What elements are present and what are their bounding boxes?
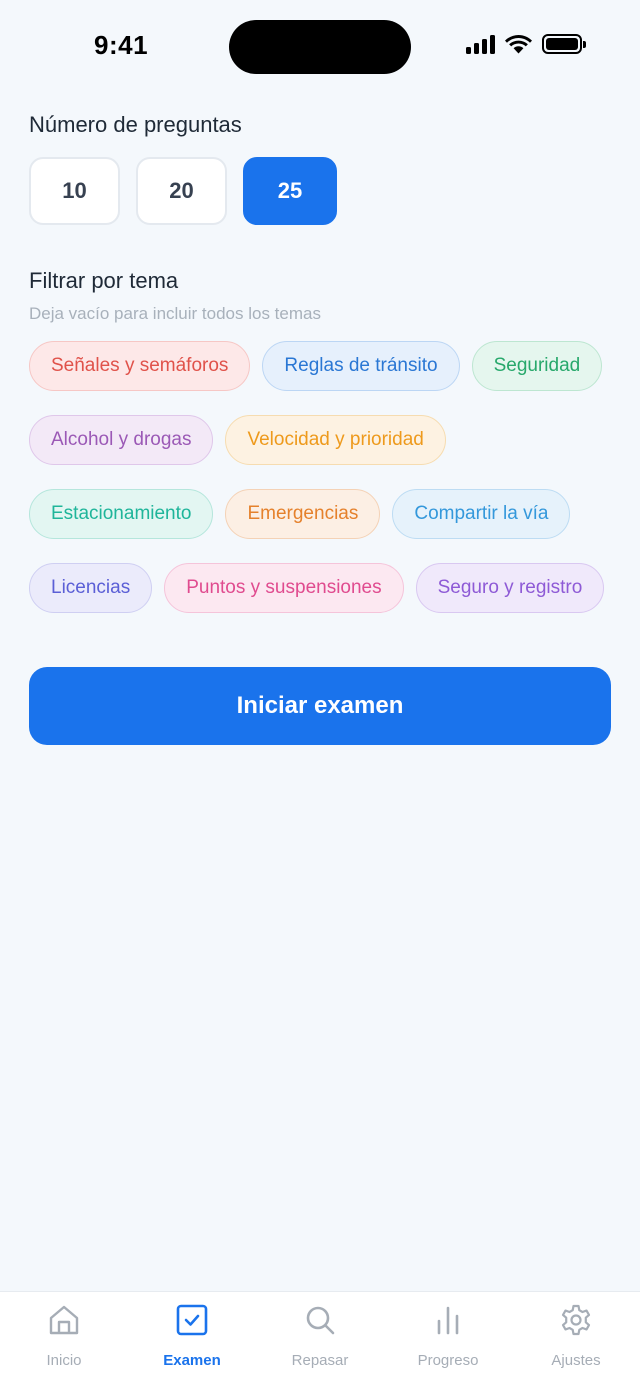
topic-chip[interactable]: Licencias <box>29 563 153 613</box>
topic-chip[interactable]: Reglas de tránsito <box>262 341 460 391</box>
topic-filter-hint: Deja vacío para incluir todos los temas <box>29 304 321 323</box>
battery-icon <box>542 34 586 54</box>
tab-repasar[interactable]: Repasar <box>256 1292 384 1390</box>
tab-label: Progreso <box>417 1352 479 1369</box>
topic-filter-title: Filtrar por tema <box>29 268 179 293</box>
status-icons <box>466 34 586 54</box>
status-time: 9:41 <box>94 30 149 60</box>
exam-setup-screen: 9:41 Número de preguntas 10 20 25 Filtrar … <box>0 0 640 1390</box>
topic-chip[interactable]: Alcohol y drogas <box>29 415 214 465</box>
tab-label: Repasar <box>291 1352 349 1369</box>
start-exam-button[interactable]: Iniciar examen <box>29 667 611 745</box>
topic-chip[interactable]: Compartir la vía <box>392 489 571 539</box>
gear-icon <box>559 1303 593 1342</box>
topic-chip[interactable]: Seguridad <box>471 341 603 391</box>
cellular-signal-icon <box>466 34 495 54</box>
topic-chip-list: Señales y semáforos Reglas de tránsito Seg… <box>29 341 611 613</box>
question-count-options: 10 20 25 <box>29 157 611 225</box>
bar-chart-icon <box>431 1303 465 1342</box>
wifi-icon <box>505 35 532 54</box>
topic-chip[interactable]: Puntos y suspensiones <box>164 563 404 613</box>
checkbox-icon <box>175 1303 209 1342</box>
topic-chip[interactable]: Emergencias <box>225 489 381 539</box>
question-count-title: Número de preguntas <box>29 112 242 137</box>
home-icon <box>47 1303 81 1342</box>
search-icon <box>303 1303 337 1342</box>
tab-label: Inicio <box>46 1352 82 1369</box>
exam-setup-content: Número de preguntas 10 20 25 Filtrar por t… <box>29 112 611 745</box>
tab-ajustes[interactable]: Ajustes <box>512 1292 640 1390</box>
tab-progreso[interactable]: Progreso <box>384 1292 512 1390</box>
question-count-option-10[interactable]: 10 <box>29 157 120 225</box>
status-bar: 9:41 <box>0 0 640 96</box>
bottom-tab-bar: Inicio Examen Repasar Progreso Ajustes <box>0 1291 640 1390</box>
tab-label: Ajustes <box>551 1352 601 1369</box>
question-count-option-25[interactable]: 25 <box>243 157 337 225</box>
tab-label: Examen <box>163 1352 221 1369</box>
dynamic-island <box>229 20 411 74</box>
topic-chip[interactable]: Estacionamiento <box>29 489 214 539</box>
topic-chip[interactable]: Señales y semáforos <box>29 341 251 391</box>
question-count-option-20[interactable]: 20 <box>136 157 227 225</box>
topic-chip[interactable]: Velocidad y prioridad <box>225 415 446 465</box>
tab-inicio[interactable]: Inicio <box>0 1292 128 1390</box>
topic-chip[interactable]: Seguro y registro <box>415 563 605 613</box>
tab-examen[interactable]: Examen <box>128 1292 256 1390</box>
